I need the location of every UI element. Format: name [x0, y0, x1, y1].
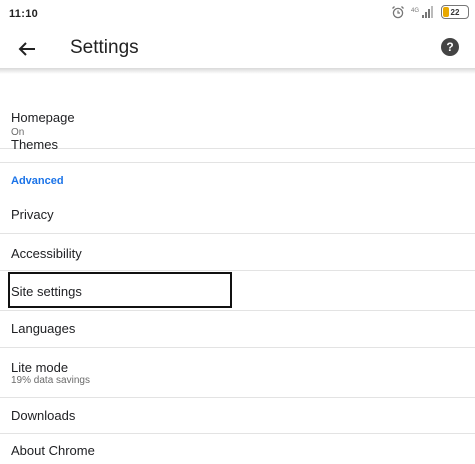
themes-label: Themes [11, 137, 58, 152]
toolbar-shadow [0, 68, 475, 74]
settings-item-accessibility[interactable]: Accessibility [0, 234, 475, 270]
page-title: Settings [70, 37, 139, 58]
signal-icon: 4G [411, 6, 433, 18]
settings-item-themes[interactable]: Themes [0, 128, 475, 160]
settings-item-lite-mode[interactable]: Lite mode 19% data savings [0, 352, 475, 398]
status-time: 11:10 [9, 8, 39, 20]
lite-mode-label: Lite mode [11, 360, 69, 375]
settings-item-languages[interactable]: Languages [0, 311, 475, 347]
settings-item-downloads[interactable]: Downloads [0, 398, 475, 432]
homepage-label: Homepage [11, 110, 75, 125]
lite-mode-subtitle: 19% data savings [11, 375, 90, 386]
settings-item-about-chrome[interactable]: About Chrome [0, 434, 475, 464]
section-header-advanced: Advanced [11, 175, 64, 187]
divider [0, 347, 475, 348]
accessibility-label: Accessibility [11, 246, 82, 261]
alarm-icon [392, 6, 404, 19]
status-bar: 11:10 4G 22 [0, 0, 475, 30]
privacy-label: Privacy [11, 207, 54, 222]
battery-icon: 22 [441, 5, 469, 19]
back-arrow-icon [18, 42, 35, 56]
help-icon[interactable]: ? [441, 38, 459, 56]
site-settings-highlight [8, 272, 232, 308]
settings-item-privacy[interactable]: Privacy [0, 197, 475, 233]
divider [0, 270, 475, 271]
status-icons: 4G 22 [391, 5, 469, 19]
about-chrome-label: About Chrome [11, 443, 95, 458]
back-button[interactable] [14, 36, 40, 62]
svg-text:4G: 4G [411, 8, 419, 14]
downloads-label: Downloads [11, 408, 76, 423]
battery-level: 22 [450, 7, 460, 17]
battery-fill [443, 7, 449, 17]
app-toolbar: Settings ? [0, 30, 475, 68]
languages-label: Languages [11, 321, 76, 336]
divider [0, 162, 475, 163]
